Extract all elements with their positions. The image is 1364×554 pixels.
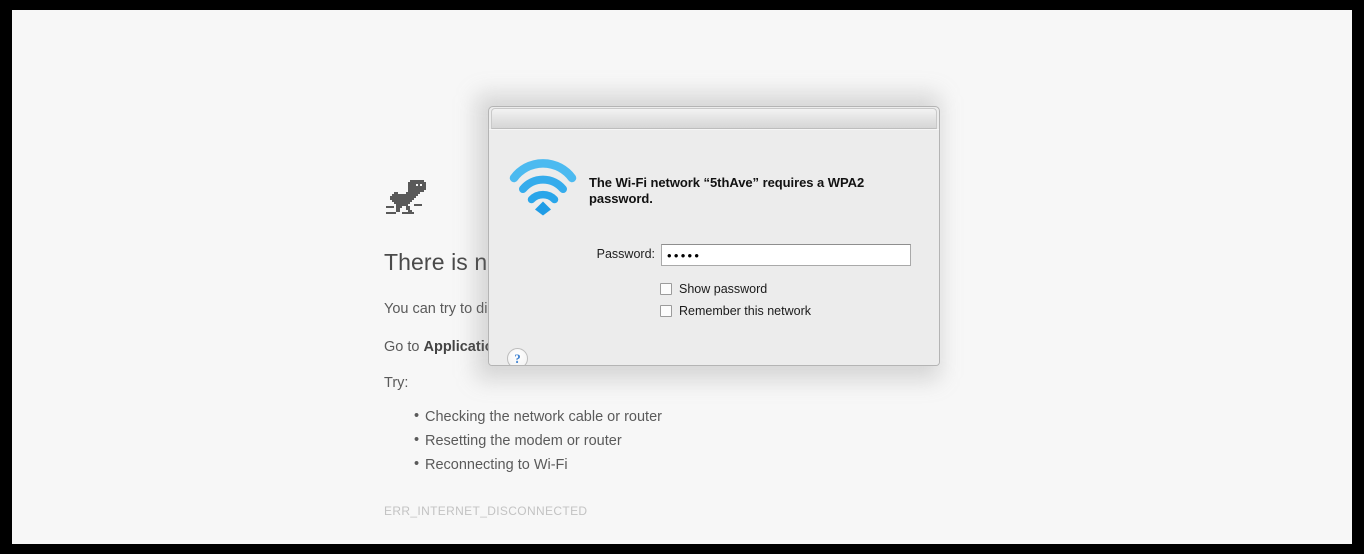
dialog-message-text: The Wi-Fi network “5thAve” requires a WP… (589, 175, 865, 206)
wifi-password-dialog: The Wi-Fi network “5thAve” requires a WP… (488, 106, 940, 366)
dialog-body: The Wi-Fi network “5thAve” requires a WP… (489, 129, 939, 365)
dialog-titlebar[interactable] (491, 108, 937, 129)
remember-network-label: Remember this network (679, 304, 811, 318)
remember-network-checkbox-row[interactable]: Remember this network (660, 302, 811, 320)
show-password-label: Show password (679, 282, 768, 296)
chrome-dino-icon (386, 180, 426, 214)
browser-viewport: There is no internet connection You can … (12, 10, 1352, 544)
list-item: Checking the network cable or router (384, 404, 1004, 429)
diagnostics-prefix: Go to (384, 339, 424, 356)
list-item: Resetting the modem or router (384, 428, 1004, 453)
remember-network-checkbox[interactable] (660, 305, 672, 317)
show-password-checkbox-row[interactable]: Show password (660, 280, 767, 298)
password-label: Password: (596, 247, 655, 261)
error-code-text: ERR_INTERNET_DISCONNECTED (384, 503, 588, 518)
wifi-icon (509, 159, 577, 216)
screen-frame: There is no internet connection You can … (0, 0, 1364, 554)
troubleshooting-list: Checking the network cable or router Res… (384, 404, 1004, 477)
password-row: Password: (489, 244, 939, 266)
password-input[interactable] (661, 244, 911, 266)
help-icon[interactable]: ? (507, 348, 528, 365)
show-password-checkbox[interactable] (660, 283, 672, 295)
list-item: Reconnecting to Wi-Fi (384, 452, 1004, 477)
